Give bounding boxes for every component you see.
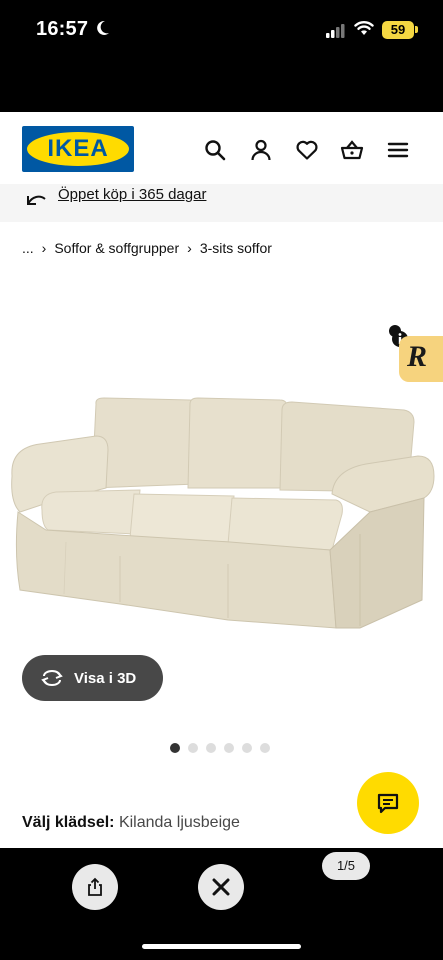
status-time: 16:57: [36, 18, 89, 40]
badge-letter: R: [407, 340, 428, 373]
view-in-3d-label: Visa i 3D: [74, 669, 137, 687]
return-arrow-icon: [27, 195, 46, 205]
carousel-dot[interactable]: [170, 743, 180, 753]
carousel-dot[interactable]: [206, 743, 216, 753]
breadcrumb-item-3-seat-sofas[interactable]: 3-sits soffor: [200, 240, 272, 256]
product-page: IKEA Öppet köp i 365 dagar ... › Soffor …: [0, 112, 443, 848]
battery-tip: [415, 26, 418, 33]
carousel-dot[interactable]: [260, 743, 270, 753]
close-icon: [212, 878, 230, 896]
breadcrumb-item-sofas[interactable]: Soffor & soffgrupper: [54, 240, 179, 256]
wifi-icon: [354, 21, 374, 35]
chevron-right-icon: ›: [187, 240, 192, 256]
fabric-label: Välj klädsel:: [22, 814, 115, 831]
page-counter: 1/5: [322, 852, 370, 880]
home-indicator[interactable]: [142, 944, 301, 949]
fabric-selector[interactable]: Välj klädsel: Kilanda ljusbeige: [22, 814, 240, 832]
breadcrumb-ellipsis[interactable]: ...: [22, 240, 34, 256]
chat-button[interactable]: [357, 772, 419, 834]
site-header: IKEA: [0, 112, 443, 194]
account-icon[interactable]: [249, 138, 273, 162]
menu-icon[interactable]: [386, 138, 410, 162]
viewer-toolbar: 1/5: [0, 848, 443, 960]
logo-text: IKEA: [47, 135, 109, 162]
ikea-logo[interactable]: IKEA: [22, 126, 134, 172]
breadcrumb: ... › Soffor & soffgrupper › 3-sits soff…: [22, 240, 272, 256]
share-icon: [88, 877, 102, 896]
share-button[interactable]: [72, 864, 118, 910]
carousel-dot[interactable]: [242, 743, 252, 753]
basket-icon[interactable]: [340, 138, 364, 162]
sofa-product-image[interactable]: [0, 384, 443, 644]
extension-badge[interactable]: R: [399, 336, 443, 382]
carousel-dot[interactable]: [188, 743, 198, 753]
chat-icon: [377, 793, 399, 814]
logo-oval: IKEA: [27, 132, 129, 166]
carousel-dot[interactable]: [224, 743, 234, 753]
search-icon[interactable]: [203, 138, 227, 162]
fabric-value: Kilanda ljusbeige: [118, 814, 240, 831]
carousel-dots: [170, 743, 270, 753]
heart-icon[interactable]: [295, 138, 319, 162]
moon-icon: [97, 20, 109, 35]
signal-icon: [326, 24, 345, 38]
status-bar: 16:57 59: [0, 0, 443, 112]
close-button[interactable]: [198, 864, 244, 910]
battery-indicator: 59: [382, 21, 414, 39]
chevron-right-icon: ›: [41, 240, 47, 256]
rotate-3d-icon: [41, 670, 63, 686]
promo-banner: Öppet köp i 365 dagar: [0, 184, 443, 222]
view-in-3d-button[interactable]: Visa i 3D: [22, 655, 163, 701]
open-purchase-link[interactable]: Öppet köp i 365 dagar: [58, 186, 206, 203]
